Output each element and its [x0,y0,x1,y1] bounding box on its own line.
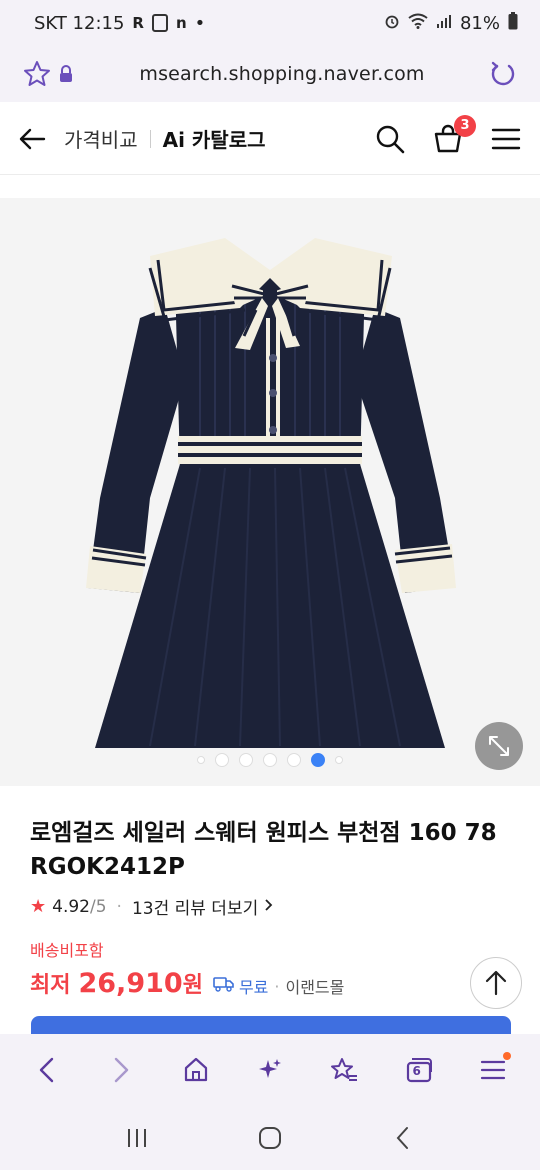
separator-dot: · [274,976,280,996]
carousel-dot[interactable] [239,753,253,767]
carousel-dot[interactable] [215,753,229,767]
free-delivery-text: 무료 [238,978,269,997]
product-photo-dress [86,238,456,748]
mall-name[interactable]: 이랜드몰 [285,974,344,998]
product-info: 로엠걸즈 세일러 스웨터 원피스 부천점 160 78 RGOK2412P ★ … [0,786,540,1034]
system-back-icon[interactable] [383,1118,423,1158]
app-header: 가격비교 Ai 카탈로그 3 [0,103,540,175]
price-row: 최저 26,910 원 무료 · 이랜드몰 [30,967,510,999]
arrow-up-icon [485,970,507,996]
lowest-price: 26,910 [78,968,183,999]
back-arrow-icon[interactable] [18,124,48,154]
carousel-dot[interactable] [311,753,325,767]
home-icon[interactable] [174,1048,218,1092]
battery-text: 81% [459,12,500,34]
product-title: 로엠걸즈 세일러 스웨터 원피스 부천점 160 78 RGOK2412P [30,820,497,880]
browser-toolbar: 6 [0,1034,540,1106]
system-nav-bar [0,1106,540,1170]
search-icon[interactable] [374,123,406,155]
carrier-time: SKT 12:15 [34,12,125,34]
battery-icon [508,11,518,35]
url-bar: msearch.shopping.naver.com [0,46,540,102]
cart-count-badge: 3 [454,114,476,137]
forward-icon[interactable] [99,1048,143,1092]
bookmark-star-icon[interactable] [20,57,54,91]
url-text[interactable]: msearch.shopping.naver.com [78,63,486,85]
hamburger-menu-icon[interactable] [490,123,522,155]
notification-n-icon: n [175,14,187,32]
breadcrumb-divider [149,129,151,148]
review-link[interactable]: 13건 리뷰 더보기 [132,894,258,919]
home-circle-icon[interactable] [250,1118,290,1158]
breadcrumb-price-compare[interactable]: 가격비교 [64,124,138,153]
cart-button[interactable]: 3 [432,114,476,155]
menu-notification-dot [502,1052,511,1060]
rating-max: /5 [90,896,107,917]
shipping-included-label: 배송비포함 [30,941,104,960]
top-spacer [0,176,540,198]
chevron-right-icon[interactable] [264,897,274,917]
menu-icon[interactable] [471,1048,515,1092]
bookmark-star-icon[interactable] [322,1048,366,1092]
carousel-dot[interactable] [197,756,205,764]
tab-count: 6 [412,1064,421,1078]
status-bar: SKT 12:15 R n • 81% [0,0,540,46]
ai-sparkle-icon[interactable] [248,1048,292,1092]
scroll-to-top-button[interactable] [470,957,522,1009]
breadcrumb-ai-catalog[interactable]: Ai 카탈로그 [163,124,266,153]
recents-icon[interactable] [117,1118,157,1158]
carousel-dot[interactable] [263,753,277,767]
rating-row: ★ 4.92 /5 · 13건 리뷰 더보기 [30,894,510,919]
price-unit: 원 [182,973,203,998]
carousel-dot[interactable] [287,753,301,767]
price-prefix: 최저 [30,973,71,998]
notification-dot-icon: • [194,12,206,34]
tabs-icon[interactable]: 6 [397,1048,441,1092]
star-icon: ★ [30,896,47,917]
notification-app-icon [151,14,168,32]
product-image-carousel[interactable] [0,198,540,786]
back-icon[interactable] [25,1048,69,1092]
breadcrumb: 가격비교 Ai 카탈로그 [64,124,374,153]
rating-value: 4.92 [52,896,90,917]
separator-dot: · [116,896,122,917]
alarm-icon [384,13,400,34]
delivery-truck-icon [213,976,235,996]
carousel-indicator [0,753,540,767]
signal-icon [436,13,452,34]
notification-r-icon: R [132,14,144,32]
lock-icon [54,57,78,91]
reload-icon[interactable] [486,57,520,91]
carousel-dot[interactable] [335,756,343,764]
delivery-info: 무료 · 이랜드몰 [213,974,344,998]
wifi-icon [408,13,428,34]
